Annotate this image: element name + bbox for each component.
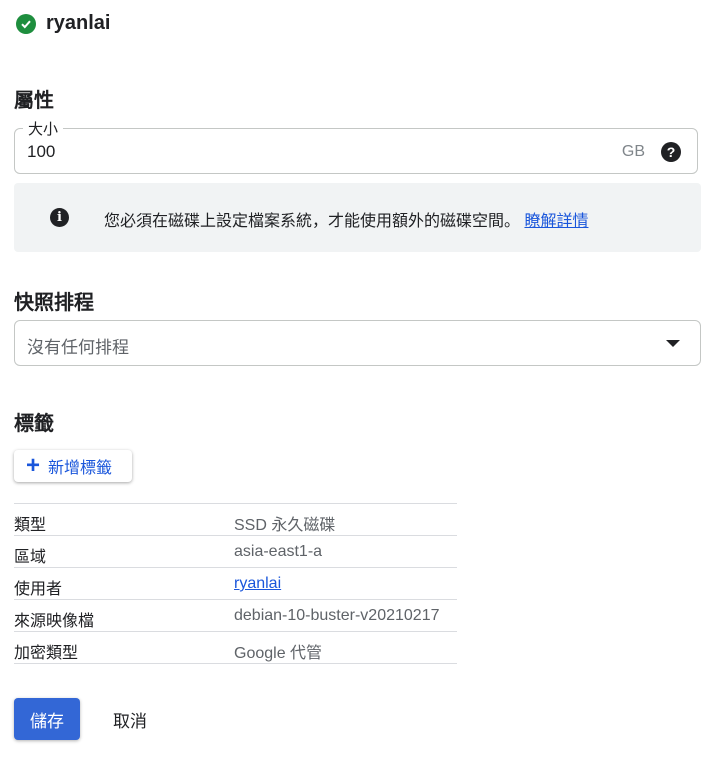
details-key: 使用者 — [14, 581, 63, 598]
details-table: 類型 SSD 永久磁碟 區域 asia-east1-a 使用者 ryanlai … — [14, 503, 457, 664]
size-unit: GB — [621, 143, 645, 160]
details-row-type: 類型 SSD 永久磁碟 — [14, 504, 457, 536]
details-row-encryption: 加密類型 Google 代管 — [14, 632, 457, 664]
info-icon: i — [50, 208, 69, 227]
header: ryanlai — [16, 12, 110, 35]
info-banner: i 您必須在磁碟上設定檔案系統，才能使用額外的磁碟空間。 瞭解詳情 — [14, 183, 701, 252]
labels-heading: 標籤 — [14, 413, 54, 435]
snapshot-schedule-value: 沒有任何排程 — [27, 338, 129, 357]
size-input[interactable]: 100 — [27, 142, 55, 162]
add-label-text: 新增標籤 — [48, 460, 113, 477]
add-label-button[interactable]: + 新增標籤 — [14, 450, 132, 482]
details-row-zone: 區域 asia-east1-a — [14, 536, 457, 568]
details-key: 類型 — [14, 517, 47, 534]
size-label: 大小 — [23, 118, 64, 139]
size-field[interactable]: 大小 100 GB ? — [14, 118, 698, 174]
cancel-button[interactable]: 取消 — [100, 698, 160, 740]
details-row-user: 使用者 ryanlai — [14, 568, 457, 600]
details-key: 加密類型 — [14, 645, 79, 662]
plus-icon: + — [26, 452, 41, 479]
help-icon[interactable]: ? — [661, 142, 681, 162]
save-button[interactable]: 儲存 — [14, 698, 80, 740]
details-value: debian-10-buster-v20210217 — [234, 607, 440, 624]
details-row-source-image: 來源映像檔 debian-10-buster-v20210217 — [14, 600, 457, 632]
dropdown-arrow-icon — [666, 340, 680, 347]
details-key: 區域 — [14, 549, 47, 566]
info-message: 您必須在磁碟上設定檔案系統，才能使用額外的磁碟空間。 — [104, 213, 521, 230]
details-value: asia-east1-a — [234, 543, 323, 560]
details-key: 來源映像檔 — [14, 613, 95, 630]
properties-heading: 屬性 — [14, 90, 54, 112]
learn-more-link[interactable]: 瞭解詳情 — [524, 213, 588, 230]
snapshot-schedule-heading: 快照排程 — [14, 292, 94, 314]
details-value: Google 代管 — [234, 645, 323, 662]
check-circle-icon — [16, 13, 36, 34]
snapshot-schedule-select[interactable]: 沒有任何排程 — [14, 320, 701, 366]
user-link[interactable]: ryanlai — [234, 575, 281, 593]
disk-title: ryanlai — [46, 12, 111, 34]
details-value: SSD 永久磁碟 — [234, 517, 336, 534]
